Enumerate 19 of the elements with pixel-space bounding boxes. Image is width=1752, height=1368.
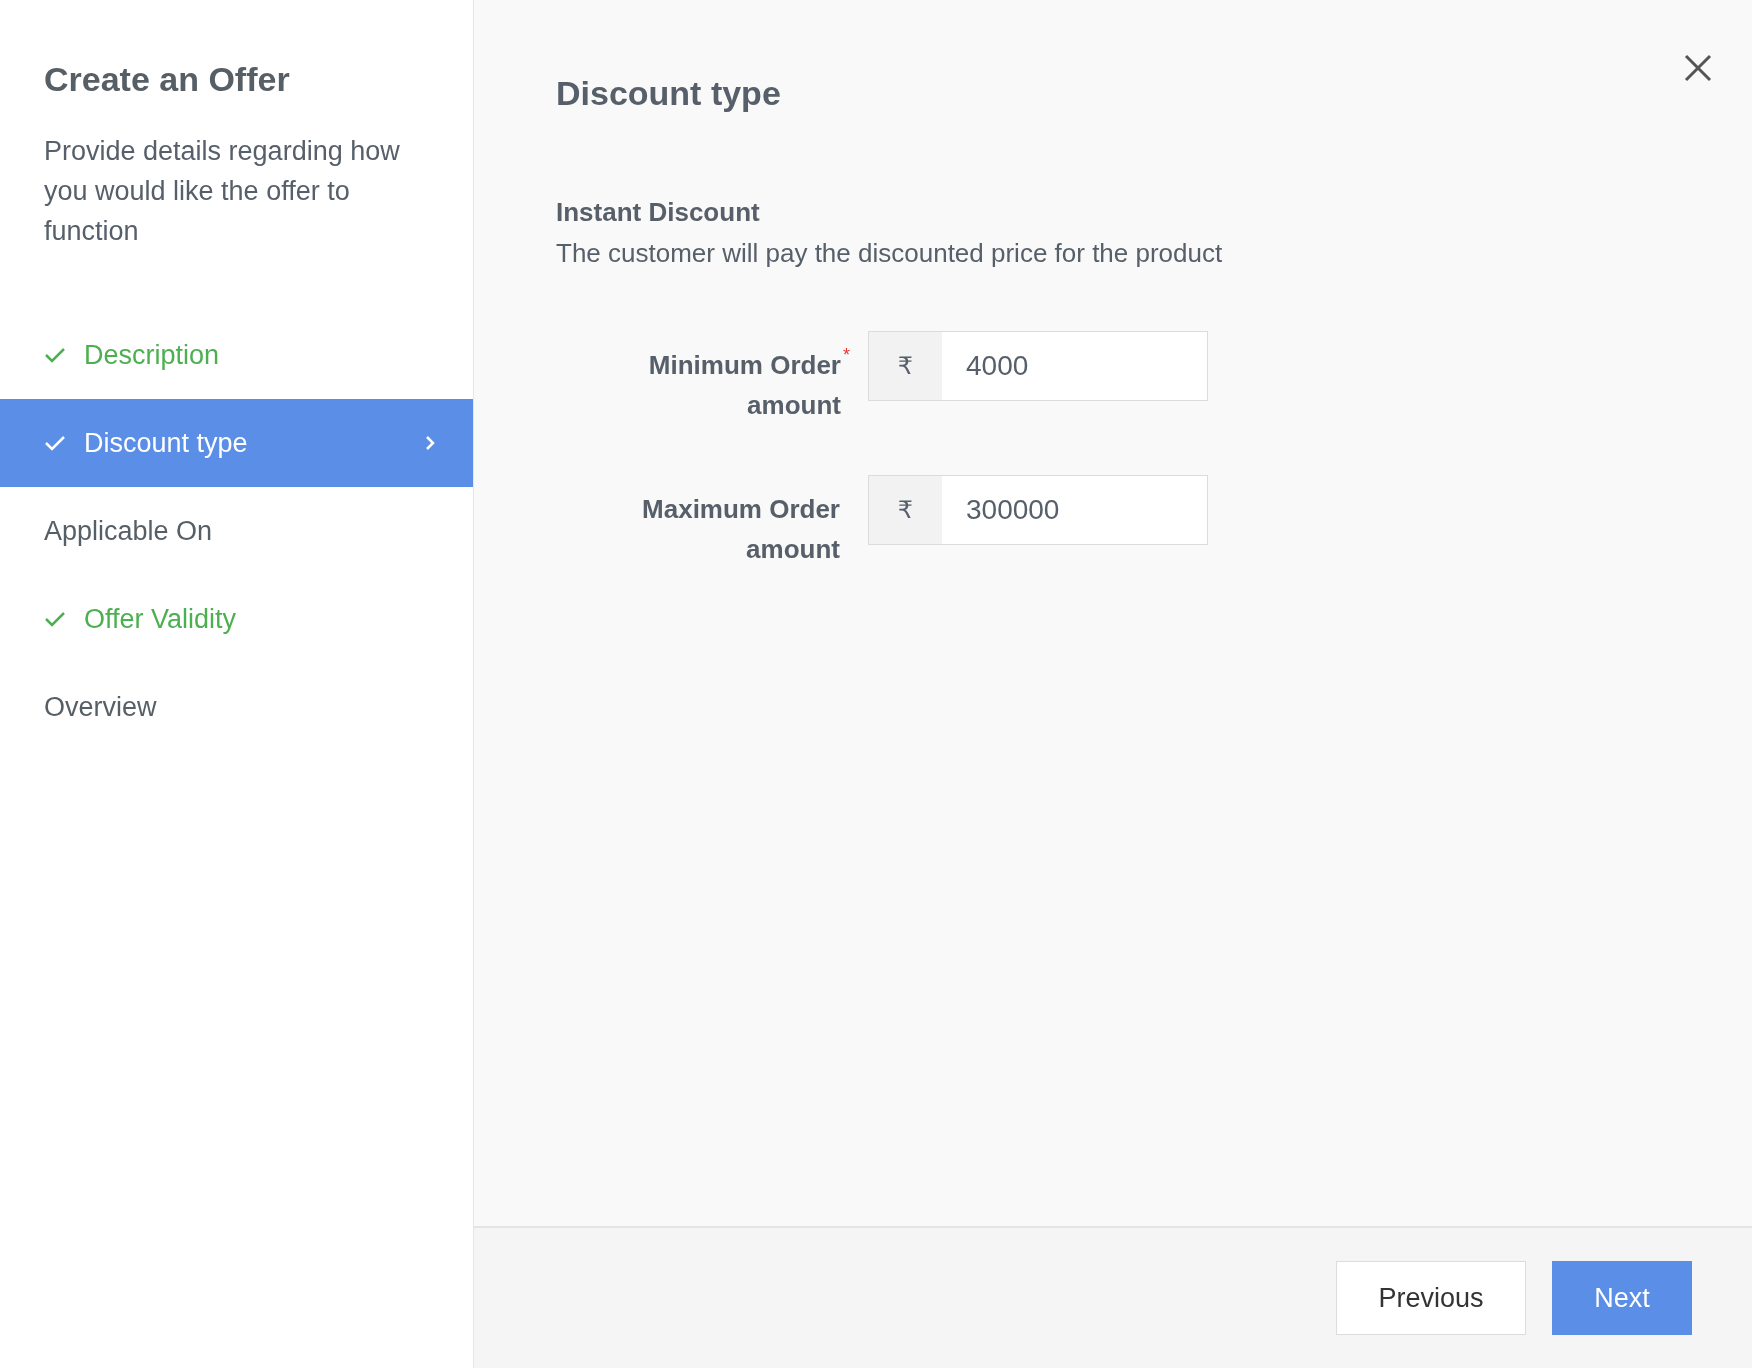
step-item[interactable]: Applicable On	[0, 487, 473, 575]
previous-button[interactable]: Previous	[1336, 1261, 1526, 1335]
next-button[interactable]: Next	[1552, 1261, 1692, 1335]
close-button[interactable]	[1684, 54, 1712, 82]
chevron-right-icon	[425, 435, 435, 451]
field-label: Maximum Order amount	[641, 493, 840, 566]
step-item[interactable]: Discount type	[0, 399, 473, 487]
section-description: The customer will pay the discounted price for the product	[556, 238, 1224, 269]
sidebar-description: Provide details regarding how you would like the offer to function	[44, 135, 401, 248]
section-title: Instant Discount	[556, 197, 761, 228]
check-icon	[44, 435, 66, 451]
check-icon	[44, 611, 66, 627]
step-item[interactable]: Overview	[0, 663, 473, 751]
page-title: Discount type	[556, 74, 782, 113]
close-icon	[1684, 54, 1712, 82]
field-label: Minimum Order amount	[647, 349, 841, 422]
sidebar-title: Create an Offer	[44, 60, 291, 99]
check-icon	[44, 347, 66, 363]
required-mark: *	[843, 345, 850, 366]
